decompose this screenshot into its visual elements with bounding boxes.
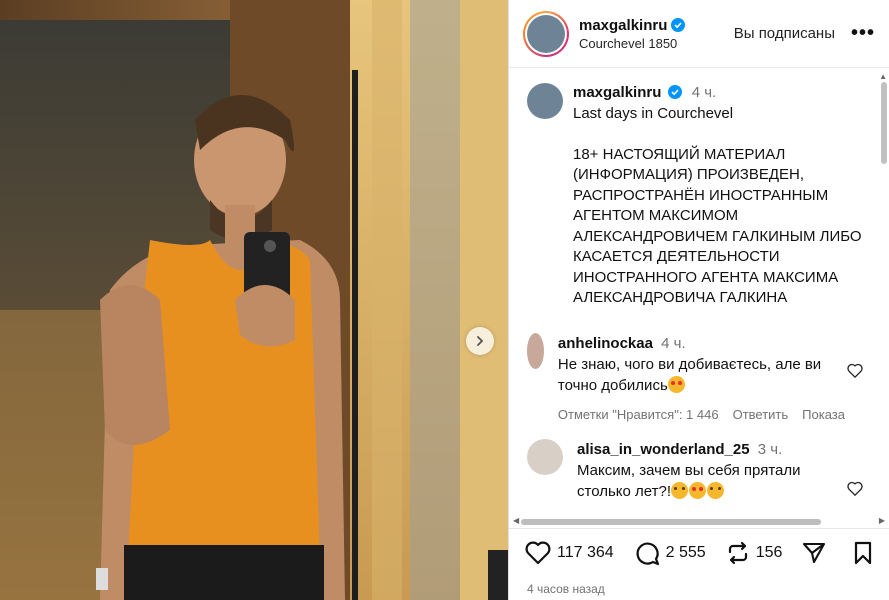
caption-time: 4 ч.: [691, 84, 717, 101]
comments-count[interactable]: 2 555: [666, 544, 706, 562]
scroll-up-arrow-icon[interactable]: ▲: [879, 72, 887, 81]
story-ring[interactable]: [523, 10, 569, 57]
vertical-scrollbar[interactable]: [881, 82, 887, 164]
heart-icon[interactable]: [525, 541, 551, 565]
post-side-panel: maxgalkinru Courchevel 1850 Вы подписаны…: [508, 0, 889, 600]
comment-action[interactable]: 2 555: [634, 540, 706, 566]
verified-badge-icon: [667, 85, 682, 99]
more-options-icon[interactable]: •••: [851, 22, 875, 45]
caption-text: Last days in Courchevel 18+ НАСТОЯЩИЙ МА…: [573, 104, 862, 307]
caption-username[interactable]: maxgalkinru: [573, 84, 661, 101]
repost-icon[interactable]: [726, 541, 750, 565]
astonished-emoji-icon: [671, 481, 688, 499]
heart-eyes-emoji-icon: [689, 481, 706, 499]
comment-time: 3 ч.: [757, 440, 783, 458]
commenter-avatar[interactable]: [527, 438, 563, 475]
photo-illustration: [0, 0, 508, 600]
comment-time: 4 ч.: [661, 334, 686, 352]
send-paper-plane-icon[interactable]: [802, 541, 826, 565]
commenter-avatar[interactable]: [527, 332, 544, 369]
like-comment-icon[interactable]: [847, 363, 863, 378]
share-action[interactable]: [802, 541, 826, 565]
scroll-right-arrow-icon[interactable]: ▶: [879, 516, 885, 525]
likes-count[interactable]: 117 364: [557, 544, 614, 562]
chevron-right-icon: [477, 336, 484, 346]
scroll-left-arrow-icon[interactable]: ◀: [513, 516, 519, 525]
horizontal-scrollbar[interactable]: [521, 519, 821, 525]
reposts-count[interactable]: 156: [756, 544, 783, 562]
bookmark-icon[interactable]: [853, 541, 873, 565]
laughing-emoji-icon: [707, 481, 724, 499]
reply-button[interactable]: Ответить: [733, 404, 789, 425]
author-avatar[interactable]: [527, 14, 565, 53]
comment-likes-count[interactable]: Отметки "Нравится": 1 446: [558, 404, 719, 425]
post-actions-bar: 117 364 2 555 156: [509, 528, 889, 576]
save-action[interactable]: [853, 541, 873, 565]
comment-text: Не знаю, чого ви добиваєтесь, але ви точ…: [557, 355, 822, 394]
comment-item: anhelinockaa 4 ч. Не знаю, чого ви добив…: [509, 332, 889, 425]
comments-scroll-area[interactable]: maxgalkinru 4 ч. Last days in Courchevel…: [509, 69, 889, 525]
post-caption: maxgalkinru 4 ч. Last days in Courchevel…: [509, 69, 889, 309]
post-location[interactable]: Courchevel 1850: [579, 36, 734, 51]
show-translation-button[interactable]: Показа: [802, 404, 845, 425]
post-timestamp[interactable]: 4 часов назад: [527, 582, 605, 596]
comment-bubble-icon[interactable]: [634, 540, 660, 566]
next-photo-button[interactable]: [466, 327, 494, 355]
post-header: maxgalkinru Courchevel 1850 Вы подписаны…: [509, 0, 889, 68]
comment-username[interactable]: anhelinockaa: [558, 335, 653, 352]
repost-action[interactable]: 156: [726, 541, 783, 565]
verified-badge-icon: [671, 18, 686, 32]
caption-avatar[interactable]: [527, 83, 563, 119]
author-username[interactable]: maxgalkinru: [579, 17, 667, 34]
comment-item: alisa_in_wonderland_25 3 ч. Максим, заче…: [509, 438, 889, 502]
like-action[interactable]: 117 364: [525, 541, 614, 565]
like-comment-icon[interactable]: [847, 481, 863, 496]
follow-status-button[interactable]: Вы подписаны: [734, 25, 835, 42]
post-photo[interactable]: [0, 0, 508, 600]
comment-username[interactable]: alisa_in_wonderland_25: [577, 441, 750, 458]
heart-eyes-emoji-icon: [667, 375, 685, 393]
